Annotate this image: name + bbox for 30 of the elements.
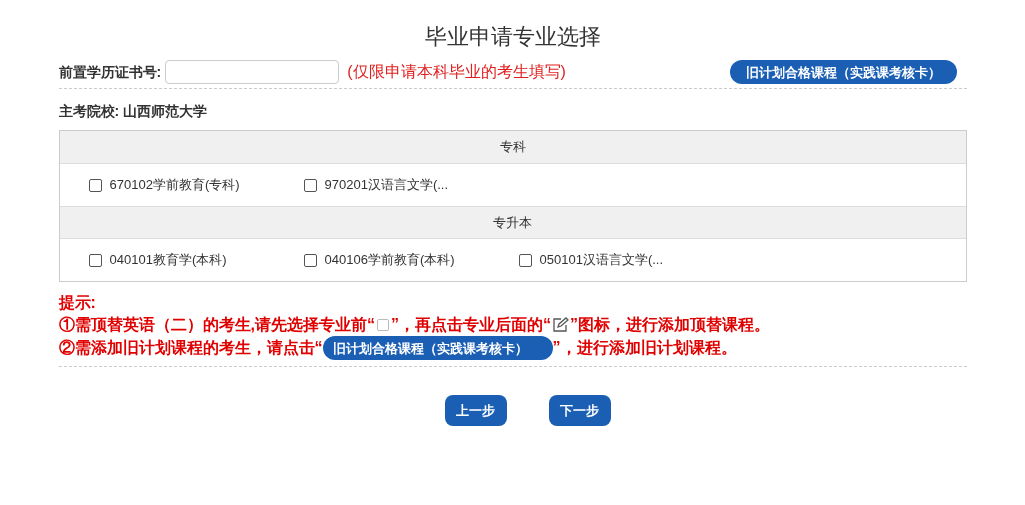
group-heading: 专科 xyxy=(59,131,966,164)
hint-text: ①需顶替英语（二）的考生,请先选择专业前“ xyxy=(58,315,375,335)
major-label: 670102学前教育(专科) xyxy=(109,176,240,195)
hint-title: 提示: xyxy=(58,293,97,313)
checkbox[interactable] xyxy=(303,178,317,192)
hint-text: ”，进行添加旧计划课程。 xyxy=(552,338,737,358)
major-label: 050101汉语言文学(... xyxy=(539,251,664,270)
checkbox-icon xyxy=(376,319,389,331)
checkbox[interactable] xyxy=(518,253,532,267)
checkbox[interactable] xyxy=(88,253,102,267)
previous-button[interactable]: 上一步 xyxy=(444,395,507,426)
old-plan-button[interactable]: 旧计划合格课程（实践课考核卡） xyxy=(729,60,957,84)
field-label: 前置学历证书号: xyxy=(58,62,162,82)
hint-text: ”图标，进行添加顶替课程。 xyxy=(569,315,770,335)
hint-text: ”，再点击专业后面的“ xyxy=(390,315,551,335)
hint-text: ②需添加旧计划课程的考生，请点击“ xyxy=(58,338,323,358)
group-heading: 专升本 xyxy=(59,206,966,239)
major-label: 040106学前教育(本科) xyxy=(324,251,455,270)
major-label: 970201汉语言文学(... xyxy=(324,176,449,195)
page-title: 毕业申请专业选择 xyxy=(424,23,601,51)
field-note: (仅限申请本科毕业的考生填写) xyxy=(347,62,566,82)
edit-icon xyxy=(551,317,569,333)
checkbox[interactable] xyxy=(303,253,317,267)
next-button[interactable]: 下一步 xyxy=(548,395,611,426)
school-name: 山西师范大学 xyxy=(123,102,208,121)
old-plan-button[interactable]: 旧计划合格课程（实践课考核卡） xyxy=(322,336,553,360)
major-label: 040101教育学(本科) xyxy=(109,251,227,270)
checkbox[interactable] xyxy=(88,178,102,192)
certificate-input[interactable] xyxy=(165,60,340,84)
school-label: 主考院校: xyxy=(58,102,120,121)
